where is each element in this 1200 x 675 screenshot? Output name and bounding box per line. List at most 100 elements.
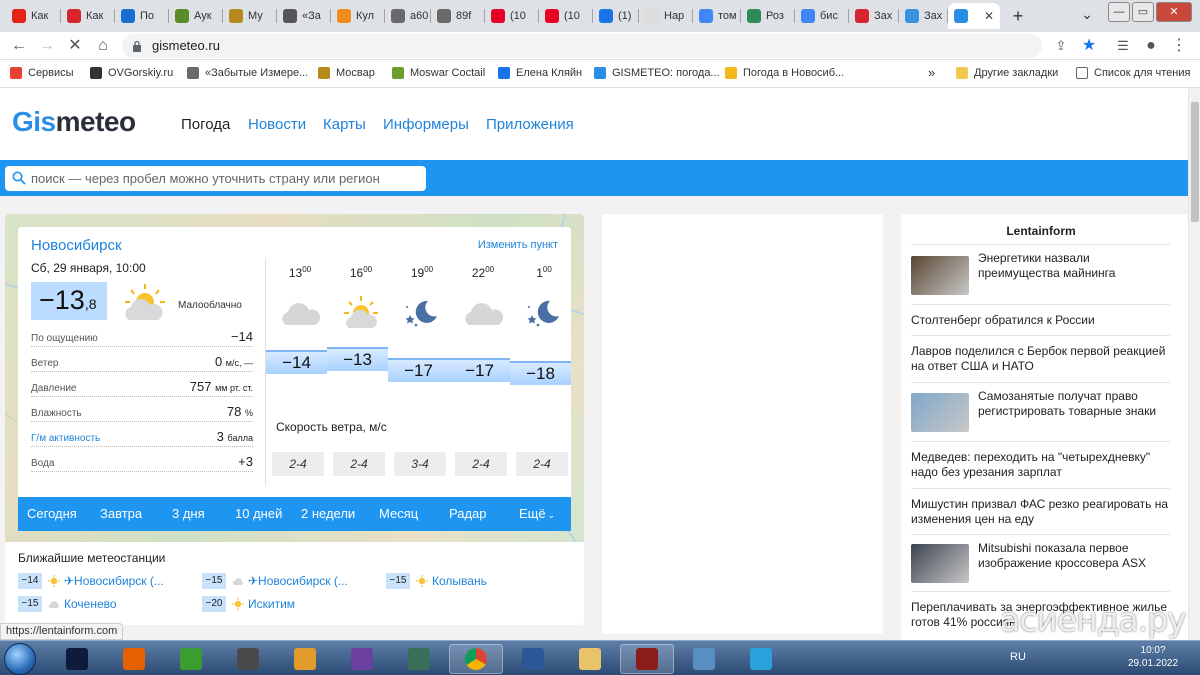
browser-tab[interactable]: Нар [639,3,693,29]
close-icon[interactable]: ✕ [984,9,994,23]
bookmark-item[interactable]: GISMETEO: погода... [594,67,720,79]
stop-loading-button[interactable]: ✕ [64,36,86,56]
profile-icon[interactable]: ● [1140,36,1162,56]
bookmark-item[interactable]: OVGorskiy.ru [90,67,173,79]
new-tab-button[interactable]: + [1006,3,1030,29]
news-item[interactable]: Лавров поделился с Бербок первой реакцие… [911,335,1170,382]
url-field[interactable]: gismeteo.ru [122,34,1042,58]
browser-tab[interactable]: Роз [741,3,795,29]
browser-tab[interactable]: (10 [485,3,539,29]
bookmark-star-icon[interactable]: ★ [1078,36,1100,56]
tools-taskbar-button[interactable] [221,644,275,674]
bookmark-item[interactable]: Мосвар [318,67,375,79]
news-item[interactable]: Mitsubishi показала первое изображение к… [911,534,1170,591]
browser-tab[interactable]: а60 [385,3,431,29]
launcher-taskbar-button[interactable] [278,644,332,674]
news-item[interactable]: Мишустин призвал ФАС резко реагировать н… [911,488,1170,534]
search-input[interactable] [31,169,421,188]
firefox-icon [123,648,145,670]
maximize-button[interactable]: ▭ [1132,2,1154,22]
browser-tab[interactable]: Как [6,3,61,29]
weather-station[interactable]: −15 Коченево [18,595,117,613]
search-box[interactable] [5,166,426,191]
cloud-icon [48,598,60,610]
bookmark-item[interactable]: «Забытые Измере... [187,67,308,79]
bookmarks-overflow-button[interactable]: » [928,65,935,80]
bookmark-item[interactable]: Погода в Новосиб... [725,67,844,79]
weather-station[interactable]: −15 Колывань [386,572,487,590]
firefox-taskbar-button[interactable] [107,644,161,674]
news-item[interactable]: Энергетики назвали преимущества майнинга [911,244,1170,304]
chrome-taskbar-button[interactable] [449,644,503,674]
period-tab[interactable]: Сегодня [27,506,77,521]
window-close-button[interactable]: ✕ [1156,2,1192,22]
period-tab[interactable]: Завтра [100,506,142,521]
browser-tab[interactable]: Зах [899,3,948,29]
menu-dots-icon[interactable]: ⋮ [1168,36,1190,56]
language-indicator[interactable]: RU [1010,651,1026,663]
vs-taskbar-button[interactable] [335,644,389,674]
photoshop-taskbar-button[interactable] [50,644,104,674]
xmind-taskbar-button[interactable] [164,644,218,674]
bookmark-item[interactable]: Елена Кляйн [498,67,582,79]
weather-station[interactable]: −20 Искитим [202,595,295,613]
city-name[interactable]: Новосибирск [31,237,122,254]
browser-tab[interactable]: Аук [169,3,223,29]
home-button[interactable]: ⌂ [92,36,114,56]
browser-tab[interactable]: ✕ [948,3,1000,29]
browser-tab[interactable]: Зах [849,3,899,29]
archive-taskbar-button[interactable] [392,644,446,674]
browser-tab[interactable]: (1) [593,3,639,29]
weather-station[interactable]: −15 ✈Новосибирск (... [202,572,348,590]
telegram-taskbar-button[interactable] [734,644,788,674]
period-tab[interactable]: Радар [449,506,487,521]
bookmark-item[interactable]: Сервисы [10,67,74,79]
forward-button[interactable]: → [36,36,58,56]
period-tab[interactable]: 2 недели [301,506,355,521]
nav-apps[interactable]: Приложения [486,116,574,133]
share-icon[interactable]: ⇪ [1050,36,1072,56]
screen-taskbar-button[interactable] [677,644,731,674]
news-item[interactable]: Столтенберг обратился к России [911,304,1170,335]
browser-tab[interactable]: «За [277,3,331,29]
bookmark-item[interactable]: Moswar Coctail [392,67,485,79]
system-clock[interactable]: 10:0? 29.01.2022 [1128,644,1178,670]
browser-tab[interactable]: Кул [331,3,385,29]
period-tab[interactable]: 10 дней [235,506,282,521]
browser-tab[interactable]: 89f [431,3,485,29]
page-scrollbar[interactable] [1188,88,1200,640]
browser-tab[interactable]: По [115,3,169,29]
browser-profile-menu-button[interactable]: ⌄ [1076,5,1098,25]
folder-taskbar-button[interactable] [563,644,617,674]
news-item[interactable]: Медведев: переходить на "четырехдневку" … [911,441,1170,488]
period-tab[interactable]: Ещё ⌄ [519,506,555,521]
scrollbar-thumb[interactable] [1191,102,1199,222]
period-tab[interactable]: Месяц [379,506,418,521]
reading-list-icon[interactable]: ☰ [1112,36,1134,56]
drop-icon [905,9,919,23]
nav-maps[interactable]: Карты [323,116,366,133]
weather-station[interactable]: −14 ✈Новосибирск (... [18,572,164,590]
period-tab[interactable]: 3 дня [172,506,205,521]
forecast-hour-value: 16 [349,266,364,280]
detail-label-link[interactable]: Г/м активность [31,433,104,444]
back-button[interactable]: ← [8,36,30,56]
nav-informers[interactable]: Информеры [383,116,469,133]
gismeteo-logo[interactable]: Gismeteo [12,106,136,138]
browser-tab[interactable]: Как [61,3,115,29]
browser-tab[interactable]: том [693,3,741,29]
minimize-button[interactable]: — [1108,2,1130,22]
change-place-link[interactable]: Изменить пункт [478,239,558,251]
browser-tab[interactable]: бис [795,3,849,29]
nav-news[interactable]: Новости [248,116,306,133]
news-item[interactable]: Самозанятые получат право регистрировать… [911,382,1170,441]
media-taskbar-button[interactable] [620,644,674,674]
search-icon [12,171,26,185]
reading-list[interactable]: Список для чтения [1076,67,1190,79]
nav-weather[interactable]: Погода [181,116,230,133]
other-bookmarks[interactable]: Другие закладки [956,67,1058,79]
browser-tab[interactable]: Му [223,3,277,29]
word-taskbar-button[interactable] [506,644,560,674]
start-button[interactable] [4,643,36,675]
browser-tab[interactable]: (10 [539,3,593,29]
